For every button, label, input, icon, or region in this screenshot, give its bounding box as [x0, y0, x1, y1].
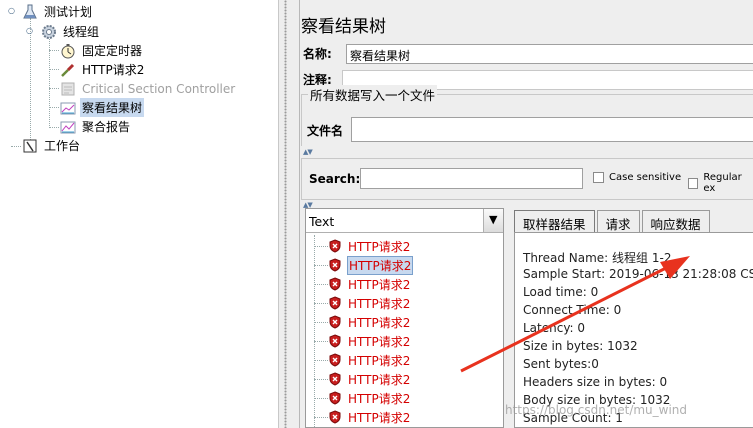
- arrow-head: [660, 256, 690, 279]
- arrow-shaft: [460, 263, 673, 373]
- annotation-arrow: [460, 256, 690, 373]
- watermark: https://blog.csdn.net/mu_wind: [505, 403, 688, 417]
